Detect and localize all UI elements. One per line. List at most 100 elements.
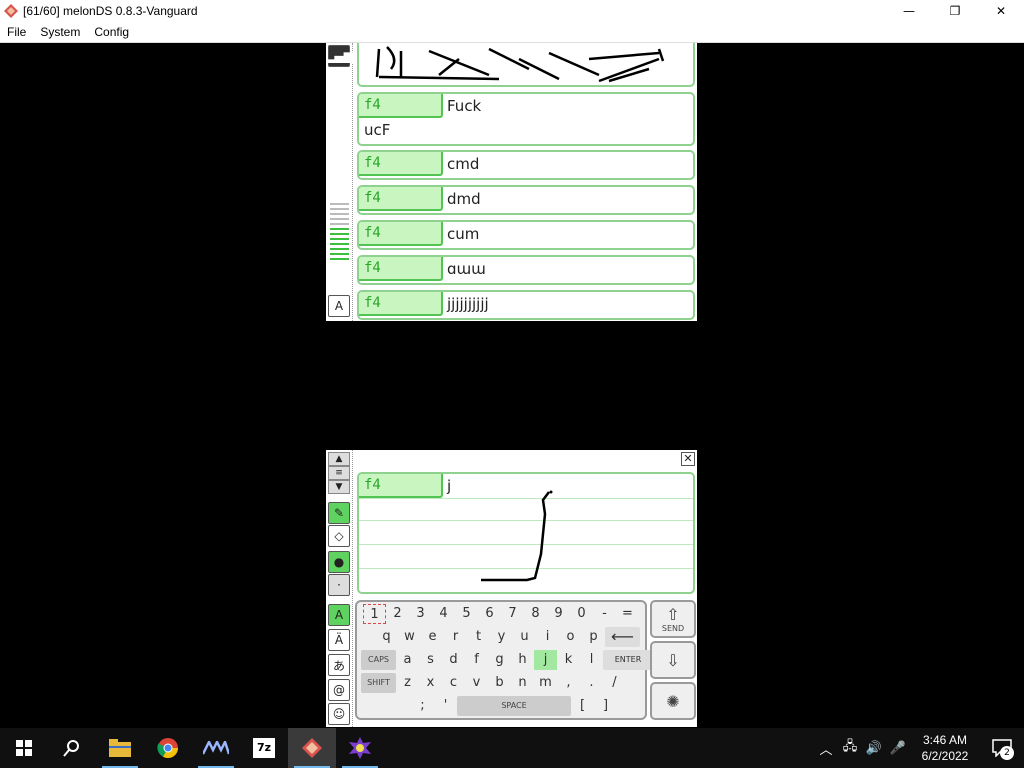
pencil-tool-icon[interactable]: ✎ [328, 502, 350, 524]
melonds-taskbar-button[interactable] [288, 728, 336, 768]
keyboard-kana-icon[interactable]: あ [328, 654, 350, 676]
7zip-button[interactable]: 7z [240, 728, 288, 768]
key-h[interactable]: h [511, 650, 534, 670]
key-l[interactable]: l [580, 650, 603, 670]
eraser-tool-icon[interactable]: ◇ [328, 525, 350, 547]
key-w[interactable]: w [398, 627, 421, 647]
key-a[interactable]: a [396, 650, 419, 670]
key-d[interactable]: d [442, 650, 465, 670]
key-4[interactable]: 4 [432, 604, 455, 624]
key-z[interactable]: z [396, 673, 419, 693]
key-5[interactable]: 5 [455, 604, 478, 624]
key-7[interactable]: 7 [501, 604, 524, 624]
key-r[interactable]: r [444, 627, 467, 647]
file-explorer-button[interactable] [96, 728, 144, 768]
key-q[interactable]: q [375, 627, 398, 647]
key-o[interactable]: o [559, 627, 582, 647]
j-stroke-drawing [481, 490, 553, 582]
key-minus[interactable]: - [593, 604, 616, 624]
key-slash[interactable]: / [603, 673, 626, 693]
key-period[interactable]: . [580, 673, 603, 693]
key-equals[interactable]: = [616, 604, 639, 624]
backspace-key[interactable]: ⟵ [605, 627, 640, 647]
copy-down-button[interactable]: ⇩ [650, 641, 696, 679]
minimize-button[interactable]: — [886, 0, 932, 22]
key-bracket-left[interactable]: [ [571, 696, 594, 716]
search-button[interactable] [48, 728, 96, 768]
key-3[interactable]: 3 [409, 604, 432, 624]
speaker-icon[interactable]: 🔊 [862, 741, 886, 756]
key-v[interactable]: v [465, 673, 488, 693]
key-j[interactable]: j [534, 650, 557, 670]
clear-button[interactable]: ✺ [650, 682, 696, 720]
key-1[interactable]: 1 [363, 604, 386, 624]
sender-name: f4 [359, 187, 443, 211]
key-9[interactable]: 9 [547, 604, 570, 624]
scroll-down-button[interactable]: ▼ [328, 480, 350, 494]
key-2[interactable]: 2 [386, 604, 409, 624]
game-app-button[interactable] [336, 728, 384, 768]
caps-key[interactable]: CAPS [361, 650, 396, 670]
chevron-up-icon[interactable]: ︿ [814, 739, 838, 758]
key-comma[interactable]: , [557, 673, 580, 693]
keyboard-latin-icon[interactable]: A [328, 604, 350, 626]
key-6[interactable]: 6 [478, 604, 501, 624]
key-x[interactable]: x [419, 673, 442, 693]
room-a-icon: A [328, 295, 350, 317]
network-icon[interactable]: 🖧 [838, 737, 862, 759]
keyboard-accent-icon[interactable]: Ä [328, 629, 350, 651]
message-item: f4 Fuck ucF [357, 92, 695, 146]
space-key[interactable]: SPACE [457, 696, 571, 716]
clock[interactable]: 3:46 AM 6/2/2022 [910, 732, 980, 764]
menu-system[interactable]: System [33, 25, 87, 39]
menu-file[interactable]: File [0, 25, 33, 39]
key-b[interactable]: b [488, 673, 511, 693]
key-apostrophe[interactable]: ' [434, 696, 457, 716]
key-8[interactable]: 8 [524, 604, 547, 624]
key-c[interactable]: c [442, 673, 465, 693]
melonds-icon [302, 738, 322, 758]
shift-key[interactable]: SHIFT [361, 673, 396, 693]
keyboard-symbol-icon[interactable]: @ [328, 679, 350, 701]
key-g[interactable]: g [488, 650, 511, 670]
maximize-button[interactable]: ❐ [932, 0, 978, 22]
notifications-button[interactable]: 2 [980, 728, 1024, 768]
close-icon[interactable]: ✕ [681, 452, 695, 466]
key-t[interactable]: t [467, 627, 490, 647]
key-y[interactable]: y [490, 627, 513, 647]
key-k[interactable]: k [557, 650, 580, 670]
window-title: [61/60] melonDS 0.8.3-Vanguard [23, 4, 198, 18]
key-s[interactable]: s [419, 650, 442, 670]
send-button[interactable]: ⇧ SEND [650, 600, 696, 638]
vlw-app-icon [203, 741, 229, 755]
signal-strength-icon: ▂▄▆ [326, 45, 353, 67]
message-text: ɑɯɯ [447, 260, 486, 278]
title-bar: [61/60] melonDS 0.8.3-Vanguard — ❐ ✕ [0, 0, 1024, 22]
message-item: f4 ɑɯɯ [357, 255, 695, 285]
system-tray: ︿ 🖧 🔊 🎤 3:46 AM 6/2/2022 2 [814, 728, 1024, 768]
key-p[interactable]: p [582, 627, 605, 647]
enter-key[interactable]: ENTER [603, 650, 653, 670]
thick-pen-icon[interactable]: ● [328, 551, 350, 573]
key-f[interactable]: f [465, 650, 488, 670]
key-bracket-right[interactable]: ] [594, 696, 617, 716]
thin-pen-icon[interactable]: · [328, 574, 350, 596]
key-n[interactable]: n [511, 673, 534, 693]
start-button[interactable] [0, 728, 48, 768]
melonds-app-icon [4, 4, 18, 18]
keyboard-emoji-icon[interactable]: ☺ [328, 703, 350, 725]
key-u[interactable]: u [513, 627, 536, 647]
drawing-canvas[interactable]: f4 j [357, 472, 695, 594]
microphone-icon[interactable]: 🎤 [886, 741, 910, 756]
scroll-list-icon[interactable]: ≡ [328, 466, 350, 480]
scroll-up-button[interactable]: ▲ [328, 452, 350, 466]
key-m[interactable]: m [534, 673, 557, 693]
vlw-app-button[interactable] [192, 728, 240, 768]
menu-config[interactable]: Config [87, 25, 136, 39]
key-e[interactable]: e [421, 627, 444, 647]
key-0[interactable]: 0 [570, 604, 593, 624]
chrome-button[interactable] [144, 728, 192, 768]
key-i[interactable]: i [536, 627, 559, 647]
key-semicolon[interactable]: ; [411, 696, 434, 716]
close-button[interactable]: ✕ [978, 0, 1024, 22]
